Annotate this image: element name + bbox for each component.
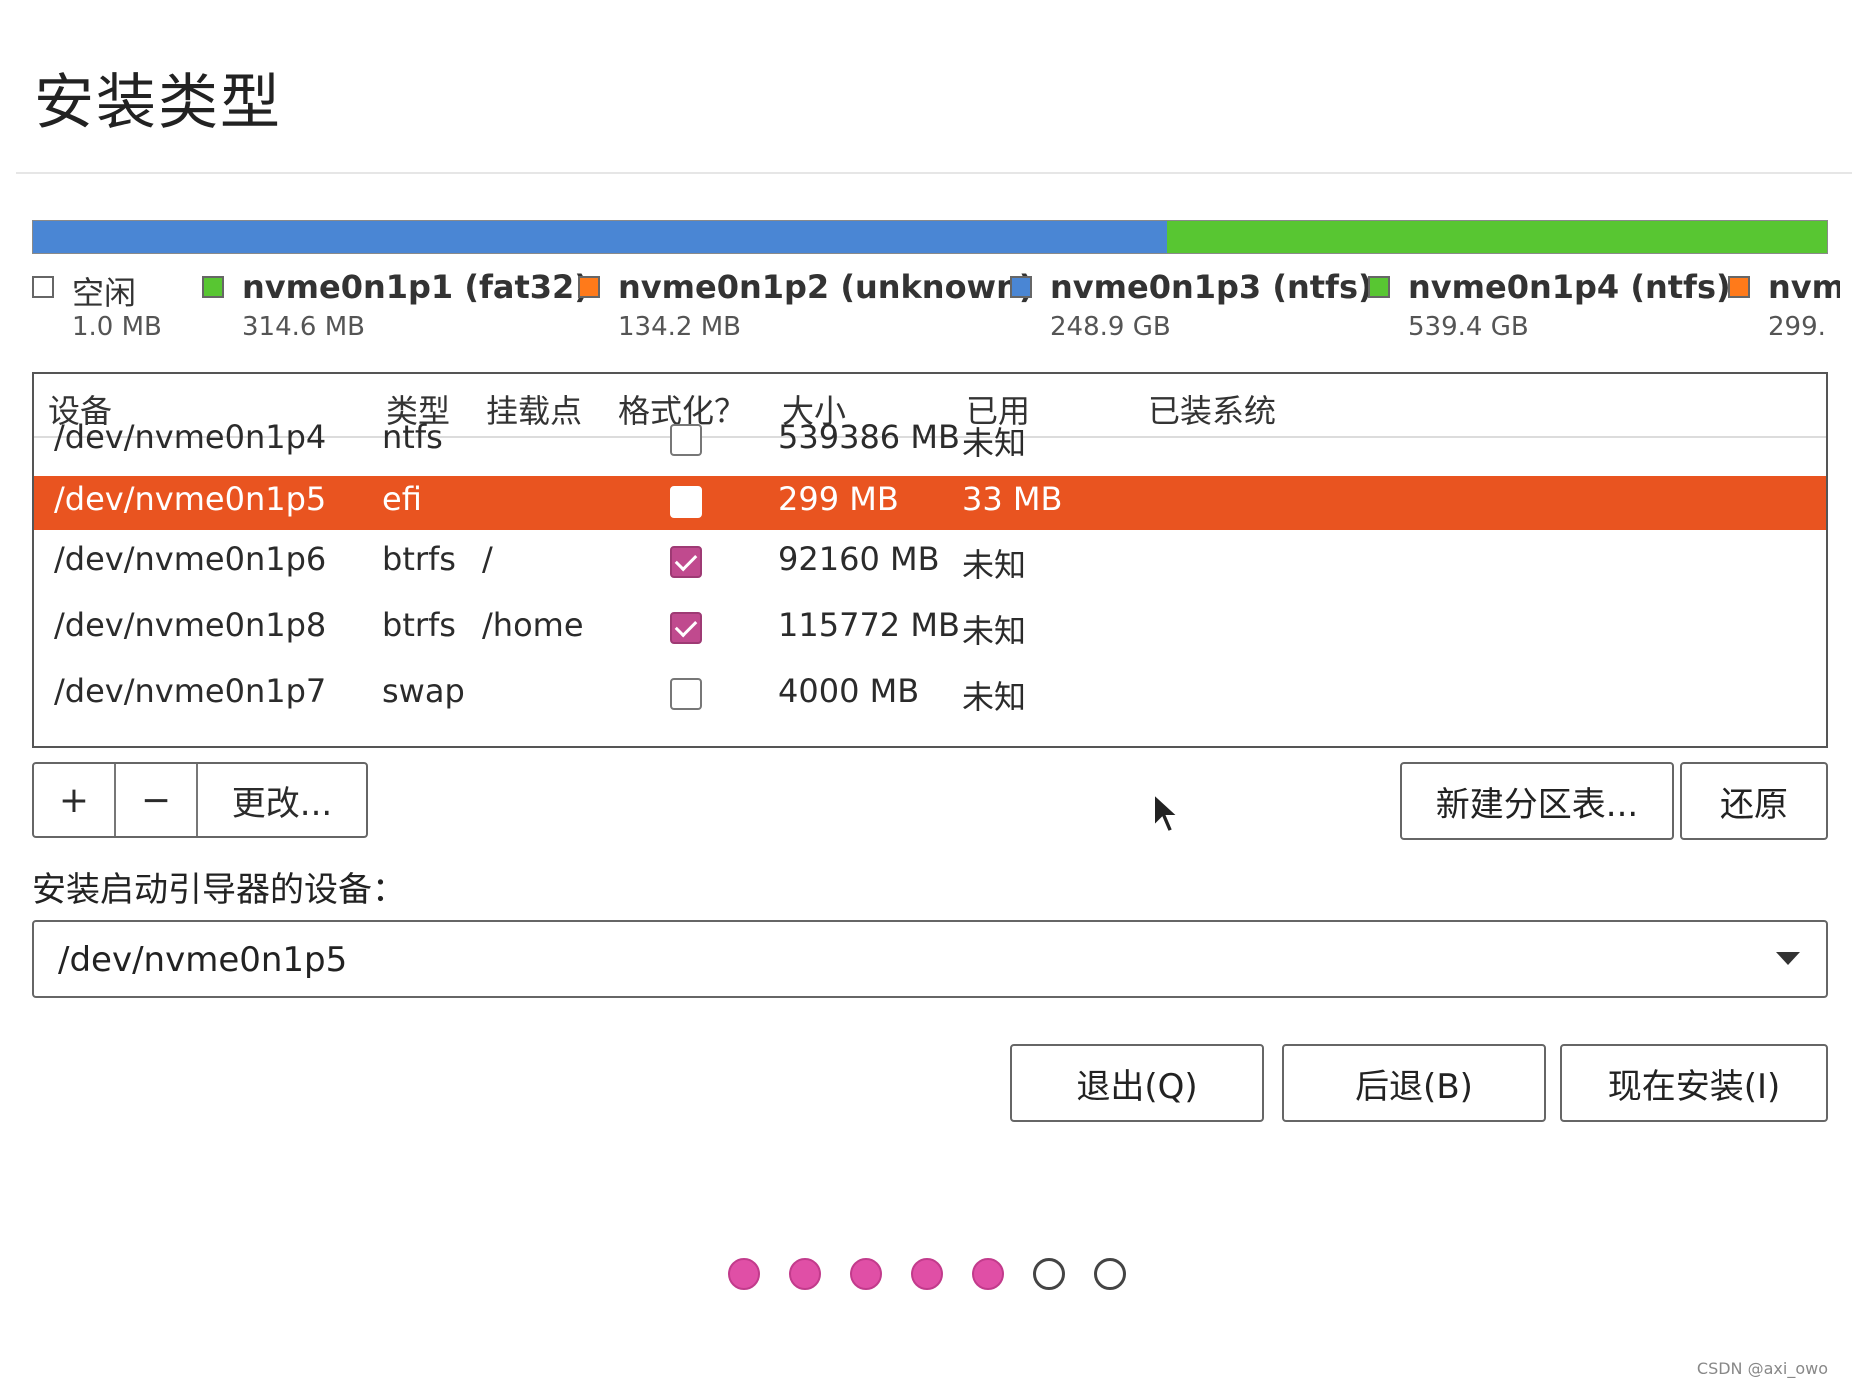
legend-size: 134.2 MB — [618, 312, 741, 342]
cell-type: btrfs — [382, 606, 456, 644]
install-now-button[interactable]: 现在安装(I) — [1560, 1044, 1828, 1122]
legend-size: 1.0 MB — [72, 312, 162, 342]
cell-device: /dev/nvme0n1p5 — [54, 480, 327, 518]
legend-name: nvme0n1p3 (ntfs) — [1050, 268, 1373, 306]
legend-name: nvme0n1p1 (fat32) — [242, 268, 589, 306]
partition-bar-segment — [1166, 221, 1827, 253]
legend-item-nvme0n1p5: nvm 299. — [1728, 268, 1840, 358]
bootloader-device-select[interactable]: /dev/nvme0n1p5 — [32, 920, 1828, 998]
progress-dot — [972, 1258, 1004, 1290]
back-button[interactable]: 后退(B) — [1282, 1044, 1546, 1122]
legend-name: 空闲 — [72, 274, 137, 312]
change-partition-button[interactable]: 更改... — [198, 764, 366, 836]
cell-size: 4000 MB — [778, 672, 920, 710]
progress-dot — [1094, 1258, 1126, 1290]
cell-mount: /home — [482, 606, 584, 644]
chevron-down-icon — [1776, 952, 1800, 965]
format-checkbox[interactable] — [670, 612, 702, 644]
legend-swatch — [202, 276, 224, 298]
page-title: 安装类型 — [34, 68, 282, 138]
table-row[interactable]: /dev/nvme0n1p6 btrfs / 92160 MB 未知 — [34, 536, 1826, 590]
cell-type: ntfs — [382, 418, 443, 456]
partition-table[interactable]: 设备 类型 挂载点 格式化？ 大小 已用 已装系统 /dev/nvme0n1p4… — [32, 372, 1828, 748]
legend-size: 299. — [1768, 312, 1826, 342]
legend-swatch — [1728, 276, 1750, 298]
cell-device: /dev/nvme0n1p7 — [54, 672, 327, 710]
cell-used: 未知 — [962, 546, 1027, 584]
progress-dot — [789, 1258, 821, 1290]
cell-device: /dev/nvme0n1p4 — [54, 418, 327, 456]
legend-item-nvme0n1p1: nvme0n1p1 (fat32) 314.6 MB — [202, 268, 589, 358]
remove-partition-button[interactable]: − — [116, 764, 198, 836]
format-checkbox[interactable] — [670, 678, 702, 710]
add-partition-button[interactable]: + — [34, 764, 116, 836]
legend-item-free: 空闲 1.0 MB — [32, 268, 182, 358]
progress-dot — [728, 1258, 760, 1290]
cell-size: 115772 MB — [778, 606, 960, 644]
legend-name: nvm — [1768, 268, 1840, 306]
legend-swatch — [578, 276, 600, 298]
legend-swatch — [1368, 276, 1390, 298]
legend-item-nvme0n1p2: nvme0n1p2 (unknown) 134.2 MB — [578, 268, 1034, 358]
cell-size: 539386 MB — [778, 418, 960, 456]
cell-used: 未知 — [962, 612, 1027, 650]
cell-type: swap — [382, 672, 465, 710]
cell-device: /dev/nvme0n1p8 — [54, 606, 327, 644]
legend-swatch — [32, 276, 54, 298]
format-checkbox[interactable] — [670, 546, 702, 578]
cell-used: 33 MB — [962, 480, 1063, 518]
table-row[interactable]: /dev/nvme0n1p8 btrfs /home 115772 MB 未知 — [34, 602, 1826, 656]
legend-size: 248.9 GB — [1050, 312, 1171, 342]
watermark: CSDN @axi_owo — [1696, 1359, 1828, 1378]
table-row[interactable]: /dev/nvme0n1p4 ntfs 539386 MB 未知 — [34, 414, 1826, 468]
new-partition-table-button[interactable]: 新建分区表... — [1400, 762, 1674, 840]
partition-bar-segment — [33, 221, 1167, 253]
legend-name: nvme0n1p4 (ntfs) — [1408, 268, 1731, 306]
revert-button[interactable]: 还原 — [1680, 762, 1828, 840]
bootloader-device-label: 安装启动引导器的设备： — [32, 870, 406, 910]
legend-swatch — [1010, 276, 1032, 298]
title-divider — [16, 172, 1852, 174]
progress-dot — [1033, 1258, 1065, 1290]
partition-toolbar: + − 更改... — [32, 762, 368, 838]
format-checkbox[interactable] — [670, 486, 702, 518]
legend-size: 314.6 MB — [242, 312, 365, 342]
cell-type: efi — [382, 480, 422, 518]
cell-used: 未知 — [962, 424, 1027, 462]
partition-bar — [32, 220, 1828, 254]
legend-item-nvme0n1p3: nvme0n1p3 (ntfs) 248.9 GB — [1010, 268, 1373, 358]
table-row[interactable]: /dev/nvme0n1p7 swap 4000 MB 未知 — [34, 668, 1826, 722]
progress-dot — [850, 1258, 882, 1290]
legend-item-nvme0n1p4: nvme0n1p4 (ntfs) 539.4 GB — [1368, 268, 1731, 358]
cell-size: 92160 MB — [778, 540, 940, 578]
cell-mount: / — [482, 540, 493, 578]
cell-used: 未知 — [962, 678, 1027, 716]
progress-dot — [911, 1258, 943, 1290]
quit-button[interactable]: 退出(Q) — [1010, 1044, 1264, 1122]
table-row[interactable]: /dev/nvme0n1p5 efi 299 MB 33 MB — [34, 476, 1826, 530]
cell-device: /dev/nvme0n1p6 — [54, 540, 327, 578]
format-checkbox[interactable] — [670, 424, 702, 456]
bootloader-device-value: /dev/nvme0n1p5 — [58, 940, 348, 980]
legend-size: 539.4 GB — [1408, 312, 1529, 342]
cell-type: btrfs — [382, 540, 456, 578]
cell-size: 299 MB — [778, 480, 899, 518]
mouse-cursor-icon — [1153, 792, 1180, 834]
legend-name: nvme0n1p2 (unknown) — [618, 268, 1034, 306]
